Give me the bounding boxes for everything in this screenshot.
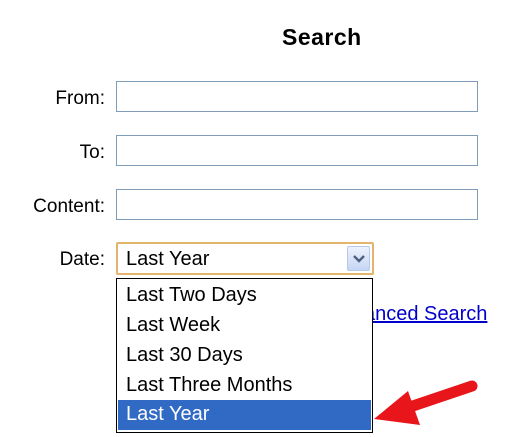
from-label: From: bbox=[55, 88, 105, 109]
content-label: Content: bbox=[33, 196, 105, 217]
red-arrow-icon bbox=[374, 380, 478, 425]
date-option[interactable]: Last Week bbox=[118, 311, 371, 341]
date-option-selected[interactable]: Last Year bbox=[118, 400, 371, 430]
date-option[interactable]: Last Two Days bbox=[118, 281, 371, 311]
content-field[interactable] bbox=[116, 189, 478, 220]
date-select[interactable]: Last Year bbox=[116, 242, 374, 275]
date-option[interactable]: Last Three Months bbox=[118, 371, 371, 401]
date-select-value: Last Year bbox=[126, 248, 210, 270]
page-title: Search bbox=[282, 24, 362, 50]
date-option[interactable]: Last 30 Days bbox=[118, 341, 371, 371]
to-label: To: bbox=[79, 142, 105, 163]
date-label: Date: bbox=[59, 249, 105, 270]
to-field[interactable] bbox=[116, 135, 478, 166]
advanced-search-link[interactable]: anced Search bbox=[364, 303, 487, 326]
from-field[interactable] bbox=[116, 81, 478, 112]
chevron-down-icon bbox=[353, 255, 365, 263]
date-dropdown-list: Last Two Days Last Week Last 30 Days Las… bbox=[116, 278, 373, 433]
date-select-dropdown-button[interactable] bbox=[347, 246, 370, 271]
